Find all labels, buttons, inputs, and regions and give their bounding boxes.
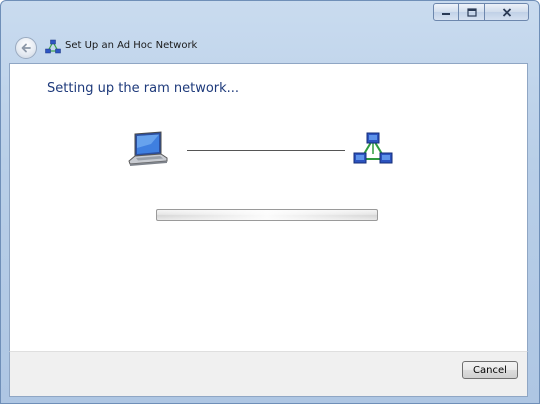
- back-button[interactable]: [15, 37, 37, 59]
- close-icon: [502, 7, 511, 17]
- wizard-header: Set Up an Ad Hoc Network: [9, 31, 531, 63]
- maximize-icon: [466, 7, 477, 17]
- close-button[interactable]: [485, 3, 529, 21]
- wizard-window: Set Up an Ad Hoc Network Setting up the …: [0, 0, 540, 404]
- cancel-button[interactable]: Cancel: [462, 361, 518, 379]
- progress-bar: [156, 209, 378, 221]
- adhoc-network-icon: [45, 39, 61, 54]
- title-bar[interactable]: [1, 1, 539, 31]
- connection-line: [187, 150, 345, 151]
- caption-buttons: [433, 3, 529, 21]
- minimize-icon: [442, 13, 450, 15]
- wizard-content: Setting up the ram network...: [9, 63, 528, 351]
- minimize-button[interactable]: [433, 3, 459, 21]
- wizard-footer: Cancel: [9, 351, 528, 397]
- adhoc-network-icon: [353, 132, 393, 164]
- progress-fill: [157, 210, 377, 220]
- window-title: Set Up an Ad Hoc Network: [65, 40, 198, 51]
- maximize-button[interactable]: [459, 3, 485, 21]
- back-arrow-icon: [21, 43, 31, 53]
- page-heading: Setting up the ram network...: [47, 81, 240, 96]
- laptop-icon: [128, 131, 168, 166]
